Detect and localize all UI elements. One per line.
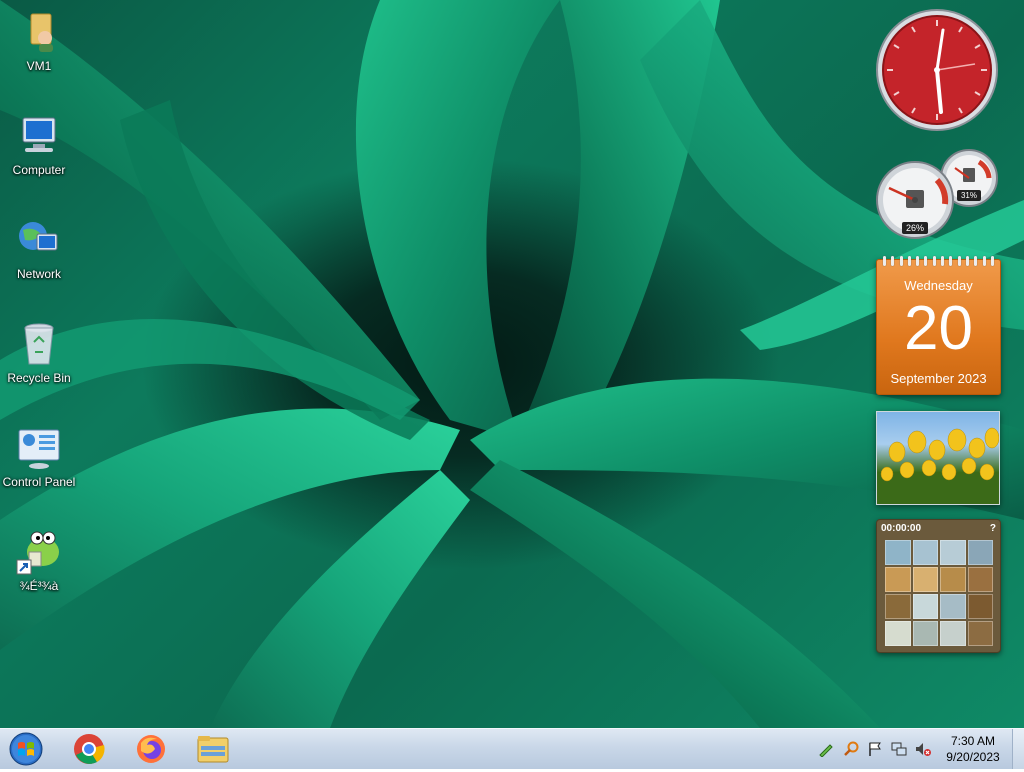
network-tray-icon[interactable]: [891, 741, 907, 757]
puzzle-toolbar: 00:00:00 ?: [877, 520, 1000, 536]
search-icon[interactable]: [843, 741, 859, 757]
firefox-taskbar-button[interactable]: [128, 731, 174, 767]
chrome-icon: [74, 734, 105, 764]
cpu-usage-readout: 26%: [902, 222, 928, 234]
show-desktop-button[interactable]: [1012, 729, 1024, 769]
desktop-icon-computer[interactable]: Computer: [0, 112, 78, 177]
chrome-taskbar-button[interactable]: [66, 731, 112, 767]
control-panel-icon: [15, 424, 63, 472]
computer-icon: [15, 112, 63, 160]
file-explorer-taskbar-button[interactable]: [190, 731, 236, 767]
frog-shortcut-icon: [15, 528, 63, 576]
recycle-bin-icon: [15, 320, 63, 368]
firefox-icon: [137, 735, 165, 763]
calendar-date: 20: [904, 294, 973, 363]
network-icon: [15, 216, 63, 264]
taskbar-time: 7:30 AM: [950, 734, 996, 748]
taskbar: 7:30 AM 9/20/2023: [0, 728, 1024, 769]
desktop-icon-recycle-bin[interactable]: Recycle Bin: [0, 320, 78, 385]
calendar-rings: [883, 256, 994, 266]
desktop-icon-network[interactable]: Network: [0, 216, 78, 281]
start-button[interactable]: [6, 731, 46, 767]
puzzle-grid[interactable]: [885, 540, 993, 646]
desktop[interactable]: VM1 Computer Network Recycle Bin Control…: [0, 0, 1024, 728]
flag-icon[interactable]: [867, 741, 883, 757]
calendar-gadget[interactable]: Wednesday 20 September 2023: [876, 256, 1001, 395]
user-folder-icon: [15, 8, 63, 56]
pen-icon[interactable]: [818, 741, 834, 758]
calendar-weekday: Wednesday: [904, 278, 973, 293]
puzzle-help-button[interactable]: ?: [990, 523, 996, 534]
wallpaper: [0, 0, 1024, 728]
desktop-icon-shortcut[interactable]: ¾É³¾à: [0, 528, 78, 593]
file-explorer-icon: [197, 736, 229, 763]
tulips-photo: [877, 427, 999, 504]
puzzle-timer: 00:00:00: [881, 522, 922, 534]
taskbar-date: 9/20/2023: [946, 750, 1000, 764]
picture-puzzle-gadget[interactable]: 00:00:00 ?: [876, 519, 1001, 653]
taskbar-clock[interactable]: 7:30 AM 9/20/2023: [940, 733, 1006, 765]
calendar-month-year: September 2023: [890, 371, 987, 386]
cpu-meter-gadget[interactable]: 26% 31%: [875, 148, 999, 240]
volume-muted-icon[interactable]: [915, 741, 931, 757]
desktop-icon-control-panel[interactable]: Control Panel: [0, 424, 78, 489]
slideshow-gadget[interactable]: [876, 411, 1000, 505]
desktop-icon-vm1[interactable]: VM1: [0, 8, 78, 73]
clock-gadget[interactable]: [875, 8, 999, 132]
memory-usage-readout: 31%: [957, 190, 981, 201]
